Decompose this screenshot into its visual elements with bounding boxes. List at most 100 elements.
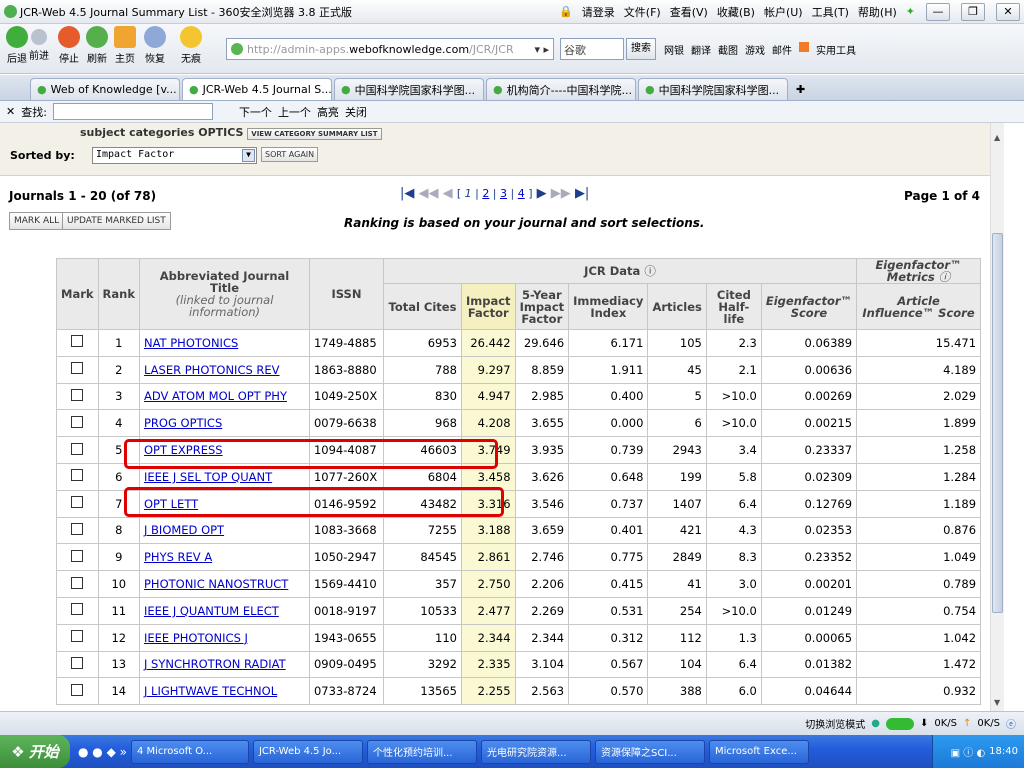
refresh-button[interactable]: 刷新 bbox=[82, 26, 112, 65]
find-input[interactable] bbox=[52, 103, 213, 120]
mark-all-button[interactable]: MARK ALL bbox=[9, 212, 65, 230]
menu-account[interactable]: 帐户(U) bbox=[764, 4, 803, 20]
mark-checkbox[interactable] bbox=[71, 442, 84, 455]
prev-page-icon[interactable]: ◀ bbox=[443, 186, 453, 201]
menu-tools[interactable]: 工具(T) bbox=[812, 4, 849, 20]
task-jcr-web[interactable]: JCR-Web 4.5 Jo... bbox=[252, 739, 363, 764]
mark-checkbox[interactable] bbox=[71, 576, 84, 589]
next-group-icon[interactable]: ▶▶ bbox=[551, 186, 571, 201]
task-optoelectronics[interactable]: 光电研究院资源... bbox=[480, 739, 591, 764]
tab-close-icon[interactable]: × bbox=[482, 83, 483, 96]
mark-checkbox[interactable] bbox=[71, 496, 84, 509]
journal-link[interactable]: IEEE J SEL TOP QUANT bbox=[144, 470, 272, 484]
search-button[interactable]: 搜索 bbox=[626, 38, 656, 60]
next-page-icon[interactable]: ▶ bbox=[537, 186, 547, 201]
sort-select[interactable]: Impact Factor ▼ bbox=[92, 147, 257, 164]
browse-mode-toggle[interactable]: 切换浏览模式 bbox=[805, 716, 865, 731]
journal-link[interactable]: J SYNCHROTRON RADIAT bbox=[144, 657, 286, 671]
prev-group-icon[interactable]: ◀◀ bbox=[419, 186, 439, 201]
task-resource-sci[interactable]: 资源保障之SCI... bbox=[594, 739, 705, 764]
page-link-3[interactable]: 3 bbox=[500, 187, 507, 200]
mark-checkbox[interactable] bbox=[71, 549, 84, 562]
stop-button[interactable]: 停止 bbox=[54, 26, 84, 65]
tool-utilities[interactable]: 实用工具 bbox=[816, 42, 856, 57]
maximize-button[interactable]: ❐ bbox=[961, 2, 985, 21]
mark-checkbox[interactable] bbox=[71, 469, 84, 482]
find-prev[interactable]: 上一个 bbox=[278, 104, 311, 120]
mark-checkbox[interactable] bbox=[71, 388, 84, 401]
first-page-icon[interactable]: |◀ bbox=[400, 186, 414, 201]
pin-icon[interactable]: ✦ bbox=[906, 5, 915, 18]
find-next[interactable]: 下一个 bbox=[239, 104, 272, 120]
journal-link[interactable]: PHOTONIC NANOSTRUCT bbox=[144, 577, 288, 591]
search-input[interactable]: 谷歌 bbox=[560, 38, 624, 60]
scroll-thumb[interactable] bbox=[992, 233, 1003, 613]
task-excel[interactable]: Microsoft Exce... bbox=[708, 739, 809, 764]
mark-checkbox[interactable] bbox=[71, 656, 84, 669]
mark-checkbox[interactable] bbox=[71, 630, 84, 643]
vertical-scrollbar[interactable]: ▲ ▼ bbox=[990, 123, 1004, 711]
menu-login[interactable]: 请登录 bbox=[582, 4, 615, 20]
restore-button[interactable]: 恢复 bbox=[140, 26, 170, 65]
new-tab-button[interactable]: ✚ bbox=[790, 78, 811, 100]
tray-icons[interactable]: ▣ ⓘ ◐ bbox=[951, 744, 986, 759]
tab-web-of-knowledge[interactable]: ●Web of Knowledge [v...× bbox=[30, 78, 180, 100]
journal-link[interactable]: PHYS REV A bbox=[144, 550, 212, 564]
speed-icon[interactable]: ● bbox=[871, 718, 880, 729]
tool-bank[interactable]: 网银 bbox=[664, 42, 684, 57]
tool-screenshot[interactable]: 截图 bbox=[718, 42, 738, 57]
mark-checkbox[interactable] bbox=[71, 415, 84, 428]
mark-checkbox[interactable] bbox=[71, 683, 84, 696]
mark-checkbox[interactable] bbox=[71, 335, 84, 348]
minimize-button[interactable]: — bbox=[926, 2, 950, 21]
update-marked-button[interactable]: UPDATE MARKED LIST bbox=[62, 212, 171, 230]
tool-mail[interactable]: 邮件 bbox=[772, 42, 792, 57]
tool-games[interactable]: 游戏 bbox=[745, 42, 765, 57]
sort-again-button[interactable]: SORT AGAIN bbox=[261, 147, 319, 162]
find-close-icon[interactable]: ✕ bbox=[6, 105, 15, 118]
find-highlight[interactable]: 高亮 bbox=[317, 104, 339, 120]
journal-link[interactable]: ADV ATOM MOL OPT PHY bbox=[144, 389, 287, 403]
find-close[interactable]: 关闭 bbox=[345, 104, 367, 120]
download-icon[interactable]: ⬇ bbox=[920, 718, 928, 729]
forward-button[interactable]: 前进 bbox=[28, 26, 50, 62]
task-training[interactable]: 个性化预约培训... bbox=[366, 739, 477, 764]
journal-link[interactable]: PROG OPTICS bbox=[144, 416, 222, 430]
tool-widget-icon[interactable] bbox=[799, 42, 809, 52]
toggle-icon[interactable] bbox=[885, 717, 914, 730]
tab-close-icon[interactable]: × bbox=[786, 83, 787, 96]
last-page-icon[interactable]: ▶| bbox=[575, 186, 589, 201]
menu-view[interactable]: 查看(V) bbox=[670, 4, 708, 20]
close-window-button[interactable]: ✕ bbox=[996, 2, 1020, 21]
menu-file[interactable]: 文件(F) bbox=[624, 4, 661, 20]
journal-link[interactable]: IEEE J QUANTUM ELECT bbox=[144, 604, 279, 618]
tab-cas-intro[interactable]: ●机构简介----中国科学院...× bbox=[486, 78, 636, 100]
tab-cas-library-2[interactable]: ●中国科学院国家科学图...× bbox=[638, 78, 788, 100]
mark-checkbox[interactable] bbox=[71, 362, 84, 375]
journal-link[interactable]: LASER PHOTONICS REV bbox=[144, 363, 280, 377]
tool-translate[interactable]: 翻译 bbox=[691, 42, 711, 57]
home-button[interactable]: 主页 bbox=[110, 26, 140, 65]
tab-cas-library-1[interactable]: ●中国科学院国家科学图...× bbox=[334, 78, 484, 100]
journal-link[interactable]: NAT PHOTONICS bbox=[144, 336, 238, 350]
task-microsoft-office[interactable]: 4 Microsoft O... bbox=[130, 739, 249, 764]
address-dropdown-icon[interactable]: ▾ ▸ bbox=[534, 43, 549, 56]
ie-icon[interactable]: ⓔ bbox=[1006, 716, 1016, 731]
menu-help[interactable]: 帮助(H) bbox=[858, 4, 897, 20]
page-link-2[interactable]: 2 bbox=[482, 187, 489, 200]
journal-link[interactable]: IEEE PHOTONICS J bbox=[144, 631, 248, 645]
mark-checkbox[interactable] bbox=[71, 603, 84, 616]
view-summary-button[interactable]: VIEW CATEGORY SUMMARY LIST bbox=[247, 128, 382, 140]
page-link-4[interactable]: 4 bbox=[518, 187, 525, 200]
tab-jcr-web[interactable]: ●JCR-Web 4.5 Journal S...× bbox=[182, 78, 332, 100]
journal-link[interactable]: J LIGHTWAVE TECHNOL bbox=[144, 684, 277, 698]
incognito-button[interactable]: 无痕 bbox=[176, 26, 206, 65]
info-icon[interactable]: ⓘ bbox=[939, 270, 951, 284]
address-bar[interactable]: http://admin-apps. webofknowledge.com/JCR… bbox=[226, 38, 554, 60]
start-button[interactable]: ❖ 开始 bbox=[0, 735, 70, 768]
menu-favorites[interactable]: 收藏(B) bbox=[717, 4, 755, 20]
mark-checkbox[interactable] bbox=[71, 522, 84, 535]
journal-link[interactable]: J BIOMED OPT bbox=[144, 523, 224, 537]
quicklaunch-icons[interactable]: ● ● ◆ » bbox=[78, 745, 127, 759]
scroll-up-icon[interactable]: ▲ bbox=[994, 133, 1000, 142]
